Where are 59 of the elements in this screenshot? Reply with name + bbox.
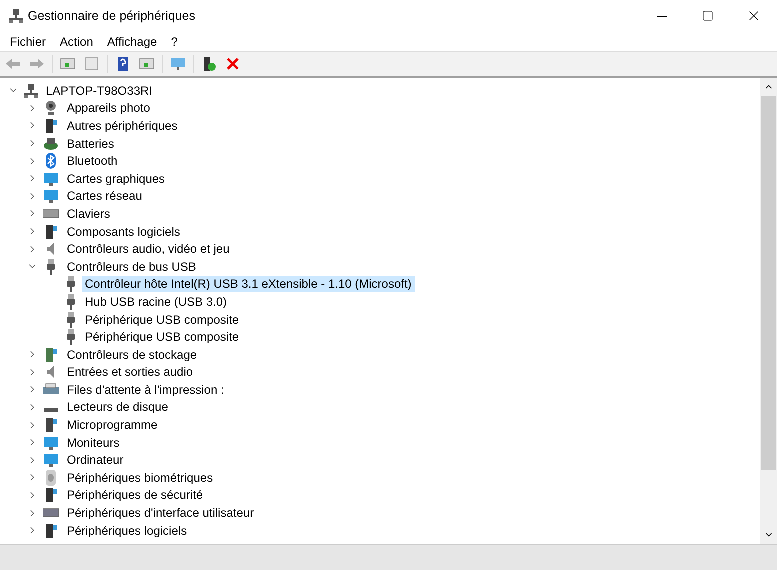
tree-item[interactable]: Bluetooth (64, 153, 121, 170)
tree-item[interactable]: Moniteurs (64, 434, 123, 451)
usb-plug-icon (46, 258, 56, 275)
tree-item[interactable]: Microprogramme (64, 417, 161, 434)
drive-icon (44, 408, 58, 412)
usb-plug-icon (66, 329, 76, 346)
tree-item[interactable]: Périphériques de sécurité (64, 487, 206, 504)
tree-item[interactable]: Files d'attente à l'impression : (64, 382, 228, 398)
device-icon (43, 118, 59, 134)
scrollbar[interactable] (760, 78, 777, 544)
delete-icon (225, 56, 241, 72)
panel-icon (60, 56, 76, 72)
component-icon (43, 224, 59, 240)
window-title: Gestionnaire de périphériques (28, 8, 196, 25)
bluetooth-icon (43, 153, 59, 170)
tree-item[interactable]: Ordinateur (64, 452, 127, 468)
tree-item[interactable]: Composants logiciels (64, 224, 184, 240)
monitor-icon (43, 452, 59, 468)
forward-arrow-icon (29, 56, 45, 72)
tree-item[interactable]: Cartes graphiques (64, 170, 168, 187)
tree-item[interactable]: Contrôleurs audio, vidéo et jeu (64, 241, 233, 258)
help-icon (115, 56, 131, 72)
tree-item[interactable]: Batteries (64, 136, 118, 152)
network-computer-icon (8, 8, 24, 24)
tree-item[interactable]: Entrées et sorties audio (64, 364, 196, 380)
tree-item[interactable]: Périphériques d'interface utilisateur (64, 505, 258, 522)
properties-icon (84, 56, 100, 72)
tree-item[interactable]: Périphérique USB composite (82, 329, 242, 346)
menu-item[interactable]: ? (165, 32, 184, 50)
fingerprint-icon (43, 470, 59, 486)
tree-item[interactable]: LAPTOP-T98O33RI (43, 82, 156, 99)
tree-item[interactable]: Appareils photo (64, 100, 154, 116)
monitor-icon (43, 434, 59, 451)
tree-item[interactable]: Cartes réseau (64, 188, 146, 204)
maximize-icon (702, 10, 714, 22)
menu-item[interactable]: Affichage (101, 32, 164, 50)
network-computer-icon (23, 82, 39, 99)
webcam-icon (43, 100, 59, 116)
tree-item[interactable]: Contrôleurs de bus USB (64, 258, 200, 275)
back-arrow-icon (5, 56, 21, 72)
tree-item[interactable]: Contrôleurs de stockage (64, 346, 200, 363)
menu-item[interactable]: Fichier (4, 32, 52, 50)
tree-item[interactable]: Claviers (64, 206, 114, 222)
tree-item[interactable]: Autres périphériques (64, 118, 181, 134)
menu-item[interactable]: Action (54, 32, 100, 50)
monitor-icon (170, 56, 186, 72)
tree-item[interactable]: Périphérique USB composite (82, 312, 242, 328)
usb-plug-icon (66, 312, 76, 328)
tree-item[interactable]: Contrôleur hôte Intel(R) USB 3.1 eXtensible - 1.10 (Microsoft) (82, 276, 415, 292)
tree-item[interactable]: Hub USB racine (USB 3.0) (82, 294, 230, 310)
usb-plug-icon (66, 294, 76, 310)
monitor-icon (43, 170, 59, 187)
tree-item[interactable]: Lecteurs de disque (64, 399, 172, 416)
panel-icon (139, 56, 155, 72)
tree-item[interactable]: Périphériques logiciels (64, 522, 190, 539)
tree-item[interactable]: Périphériques biométriques (64, 470, 216, 486)
usb-plug-icon (66, 276, 76, 292)
device-add-icon (201, 56, 217, 72)
device-icon (43, 522, 59, 539)
